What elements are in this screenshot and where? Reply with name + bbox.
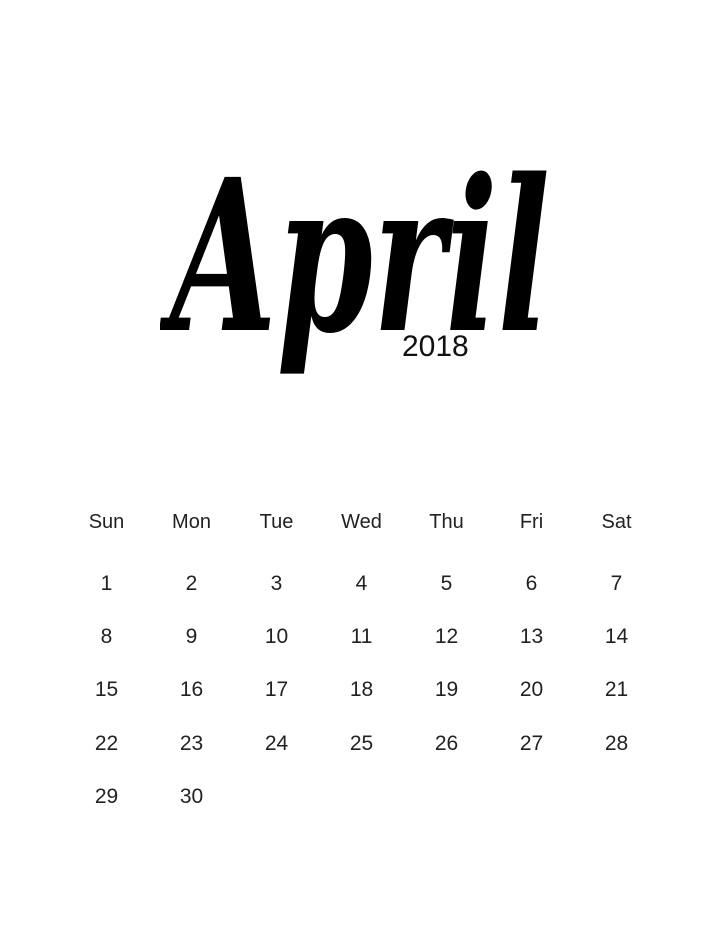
weekday-label: Thu <box>429 510 464 533</box>
month-title-graphic: April <box>160 133 550 380</box>
day-cell: 15 <box>94 678 119 702</box>
day-cell: 30 <box>179 784 204 808</box>
day-cell: 14 <box>604 624 629 648</box>
weekday-label: Mon <box>172 510 211 533</box>
week-row: 15 16 17 18 19 20 21 <box>64 664 659 717</box>
day-cell: 19 <box>434 678 459 702</box>
day-cell: 25 <box>349 731 374 755</box>
day-cell: 29 <box>94 784 119 808</box>
day-cell: 27 <box>519 731 544 755</box>
day-cell: 9 <box>185 624 198 648</box>
day-cell: 23 <box>179 731 204 755</box>
day-cell: 18 <box>349 678 374 702</box>
week-row: 29 30 <box>64 770 659 823</box>
day-cell: 22 <box>94 731 119 755</box>
day-cell: 7 <box>610 571 623 595</box>
day-cell: 21 <box>604 678 629 702</box>
weekday-label: Tue <box>259 510 294 533</box>
day-cell: 20 <box>519 678 544 702</box>
day-cell: 11 <box>350 624 373 648</box>
weekday-label: Sat <box>601 510 632 533</box>
day-cell: 13 <box>519 624 544 648</box>
day-cell: 12 <box>434 624 459 648</box>
day-cell: 28 <box>604 731 629 755</box>
day-cell: 10 <box>264 624 289 648</box>
day-cell: 4 <box>355 571 368 595</box>
weekday-label: Fri <box>519 510 544 533</box>
week-row: 8 9 10 11 12 13 14 <box>64 610 659 663</box>
month-title: April <box>160 133 550 380</box>
week-row: 22 23 24 25 26 27 28 <box>64 717 659 770</box>
week-row: 1 2 3 4 5 6 7 <box>64 557 659 610</box>
day-cell: 3 <box>270 571 283 595</box>
day-cell: 1 <box>100 571 113 595</box>
month-heading: April <box>160 120 560 410</box>
day-cell: 8 <box>100 624 113 648</box>
day-cell: 2 <box>185 571 198 595</box>
day-cell: 24 <box>264 731 289 755</box>
day-cell: 26 <box>434 731 459 755</box>
day-cell: 16 <box>179 678 204 702</box>
year-label: 2018 <box>402 330 469 363</box>
calendar-grid: Sun Mon Tue Wed Thu Fri Sat 1 2 3 4 5 6 7 8 9 10 1… <box>64 505 659 823</box>
weekday-label: Sun <box>88 510 125 533</box>
day-cell: 5 <box>440 571 453 595</box>
weekday-header-row: Sun Mon Tue Wed Thu Fri Sat <box>64 505 659 539</box>
weekday-label: Wed <box>341 510 382 533</box>
day-cell: 17 <box>264 678 289 702</box>
day-cell: 6 <box>525 571 538 595</box>
